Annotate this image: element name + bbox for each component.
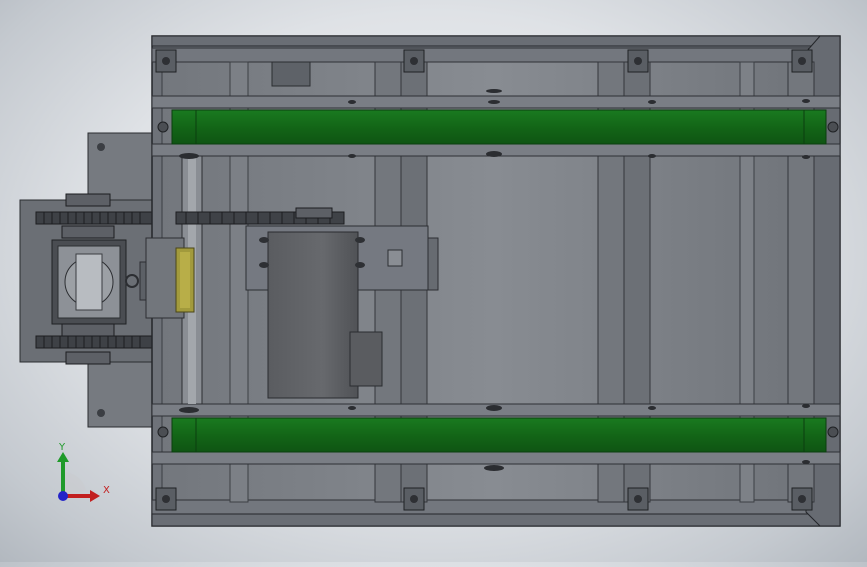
axis-triad-graphic (57, 452, 100, 502)
view-orientation-triad[interactable]: Y X (40, 438, 120, 510)
conveyor-belt-top[interactable] (157, 109, 839, 145)
conveyor-belt-bottom[interactable] (157, 417, 839, 453)
cad-model-viewport[interactable]: Y X (0, 0, 867, 562)
conveyor-assembly-top-view[interactable] (0, 0, 867, 562)
x-axis-label: X (103, 485, 110, 496)
y-axis-label: Y (59, 442, 66, 453)
shaft-bracket[interactable] (145, 237, 195, 319)
